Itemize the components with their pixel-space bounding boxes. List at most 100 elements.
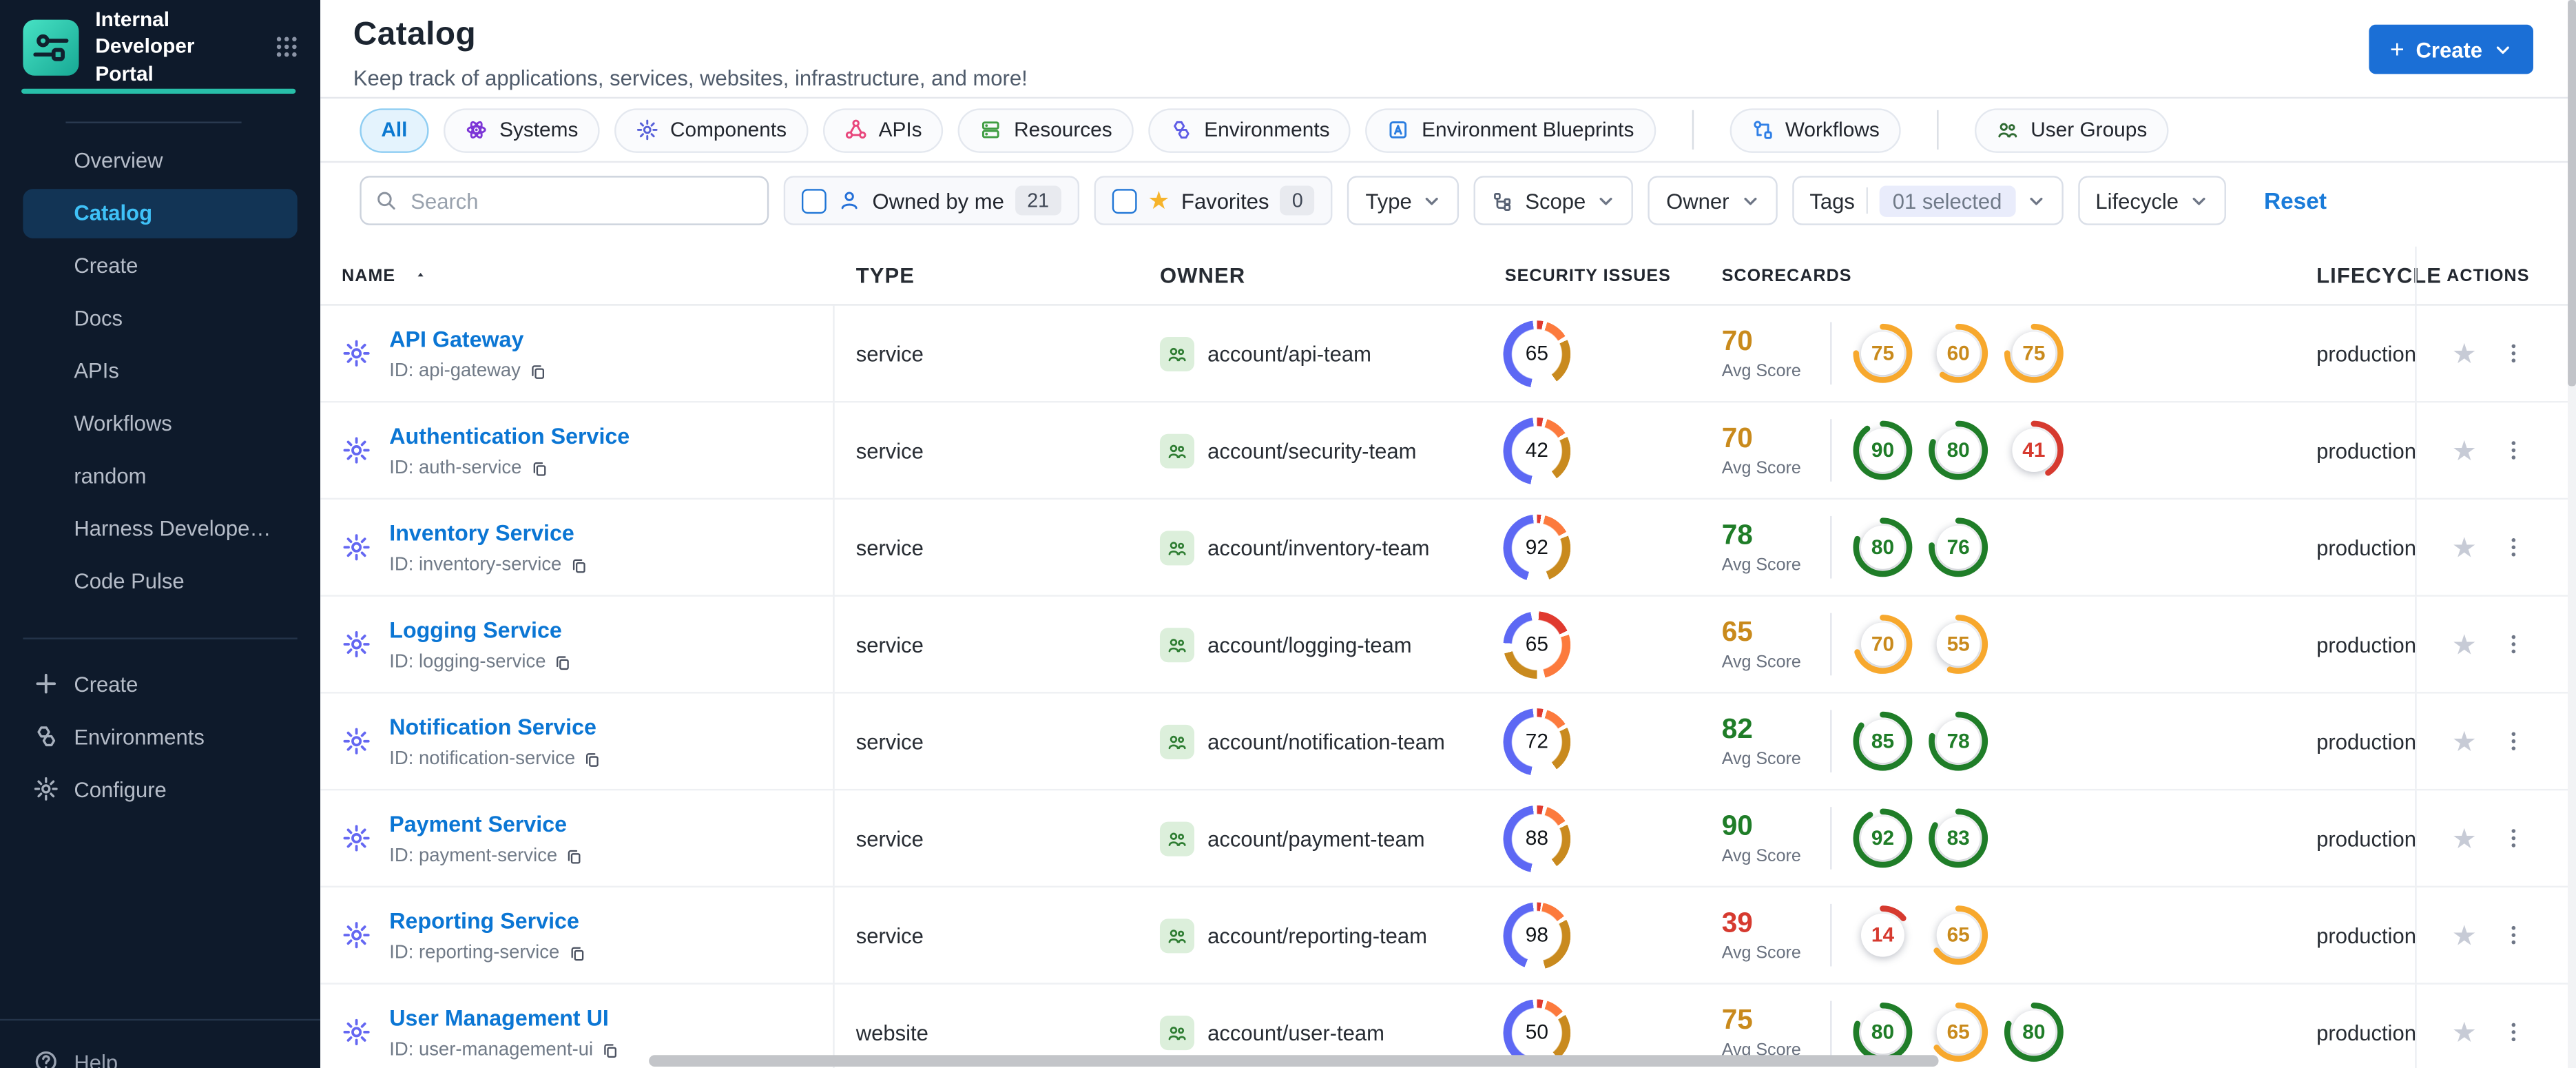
favorites-filter[interactable]: ★ Favorites 0 — [1093, 176, 1333, 225]
copy-icon[interactable] — [583, 750, 601, 768]
table-row[interactable]: Logging Service ID: logging-service serv… — [320, 596, 2576, 694]
lifecycle-dropdown[interactable]: Lifecycle — [2077, 176, 2227, 225]
scorecard-ring[interactable]: 65 — [1927, 1001, 1990, 1064]
scorecard-ring[interactable]: 55 — [1927, 613, 1990, 676]
scorecard-ring[interactable]: 60 — [1927, 322, 1990, 385]
sidebar-item-create[interactable]: Create — [23, 242, 297, 291]
security-issues-donut[interactable]: 98 — [1503, 901, 1571, 969]
horizontal-scrollbar-thumb[interactable] — [649, 1055, 1939, 1067]
scope-dropdown[interactable]: Scope — [1474, 176, 1634, 225]
copy-icon[interactable] — [554, 653, 572, 671]
sidebar-item-docs[interactable]: Docs — [23, 294, 297, 344]
owner-dropdown[interactable]: Owner — [1648, 176, 1777, 225]
entity-name-link[interactable]: Reporting Service — [389, 909, 579, 934]
table-row[interactable]: Reporting Service ID: reporting-service … — [320, 887, 2576, 985]
tab-all[interactable]: All — [360, 107, 429, 152]
vertical-scrollbar-thumb[interactable] — [2568, 0, 2576, 387]
scorecard-ring[interactable]: 70 — [1851, 613, 1914, 676]
entity-name-link[interactable]: Notification Service — [389, 715, 596, 740]
sidebar-item-workflows[interactable]: Workflows — [23, 400, 297, 449]
entity-name-link[interactable]: Payment Service — [389, 812, 567, 836]
scorecard-ring[interactable]: 92 — [1851, 807, 1914, 870]
reset-filters-link[interactable]: Reset — [2264, 187, 2327, 214]
table-row[interactable]: Notification Service ID: notification-se… — [320, 693, 2576, 791]
row-menu-kebab-icon[interactable] — [2502, 923, 2524, 946]
row-menu-kebab-icon[interactable] — [2502, 342, 2524, 364]
sidebar-item-catalog[interactable]: Catalog — [23, 189, 298, 238]
row-menu-kebab-icon[interactable] — [2502, 1020, 2524, 1043]
sidebar-item-configure[interactable]: Configure — [23, 764, 297, 814]
scorecard-ring[interactable]: 78 — [1927, 710, 1990, 772]
scorecard-ring[interactable]: 75 — [2003, 322, 2066, 385]
sidebar-item-environments[interactable]: Environments — [23, 712, 297, 761]
tab-apis[interactable]: APIs — [822, 107, 944, 152]
table-row[interactable]: Payment Service ID: payment-service serv… — [320, 790, 2576, 888]
sidebar-item-apis[interactable]: APIs — [23, 347, 297, 396]
tab-systems[interactable]: Systems — [443, 107, 600, 152]
scorecard-ring[interactable]: 80 — [2003, 1001, 2066, 1064]
entity-name-link[interactable]: Logging Service — [389, 618, 562, 643]
favorite-star-icon[interactable]: ★ — [2452, 533, 2477, 562]
row-menu-kebab-icon[interactable] — [2502, 730, 2524, 752]
table-row[interactable]: Inventory Service ID: inventory-service … — [320, 500, 2576, 597]
scorecard-ring[interactable]: 65 — [1927, 904, 1990, 967]
owned-by-me-checkbox[interactable] — [801, 188, 827, 213]
entity-name-link[interactable]: API Gateway — [389, 327, 523, 352]
table-row[interactable]: API Gateway ID: api-gateway service acco… — [320, 305, 2576, 403]
sidebar-item-harness-develope-[interactable]: Harness Develope… — [23, 504, 297, 554]
sidebar-item-random[interactable]: random — [23, 452, 297, 502]
scorecard-ring[interactable]: 80 — [1927, 419, 1990, 482]
table-row[interactable]: Authentication Service ID: auth-service … — [320, 402, 2576, 500]
security-issues-donut[interactable]: 65 — [1503, 610, 1571, 678]
favorite-star-icon[interactable]: ★ — [2452, 921, 2477, 949]
scorecard-ring[interactable]: 14 — [1851, 904, 1914, 967]
scorecard-ring[interactable]: 80 — [1851, 1001, 1914, 1064]
sidebar-item-create[interactable]: Create — [23, 659, 297, 708]
scorecard-ring[interactable]: 90 — [1851, 419, 1914, 482]
copy-icon[interactable] — [570, 556, 588, 574]
row-menu-kebab-icon[interactable] — [2502, 827, 2524, 850]
copy-icon[interactable] — [529, 362, 547, 380]
owned-by-me-filter[interactable]: Owned by me 21 — [783, 176, 1079, 225]
row-menu-kebab-icon[interactable] — [2502, 536, 2524, 559]
type-dropdown[interactable]: Type — [1347, 176, 1460, 225]
security-issues-donut[interactable]: 88 — [1503, 804, 1571, 872]
scorecard-ring[interactable]: 80 — [1851, 516, 1914, 579]
tab-components[interactable]: Components — [614, 107, 809, 152]
copy-icon[interactable] — [565, 848, 583, 865]
favorite-star-icon[interactable]: ★ — [2452, 727, 2477, 755]
tags-dropdown[interactable]: Tags 01 selected — [1791, 176, 2063, 225]
security-issues-donut[interactable]: 65 — [1503, 319, 1571, 387]
scorecard-ring[interactable]: 41 — [2003, 419, 2066, 482]
horizontal-scrollbar[interactable] — [641, 1055, 2568, 1068]
favorite-star-icon[interactable]: ★ — [2452, 824, 2477, 852]
vertical-scrollbar[interactable] — [2568, 0, 2576, 1068]
entity-name-link[interactable]: Authentication Service — [389, 424, 630, 449]
sidebar-item-code-pulse[interactable]: Code Pulse — [23, 557, 297, 607]
favorite-star-icon[interactable]: ★ — [2452, 1018, 2477, 1047]
create-button[interactable]: + Create — [2368, 24, 2533, 74]
favorite-star-icon[interactable]: ★ — [2452, 630, 2477, 659]
tab-environment-blueprints[interactable]: Environment Blueprints — [1366, 107, 1656, 152]
copy-icon[interactable] — [568, 944, 585, 962]
entity-name-link[interactable]: Inventory Service — [389, 521, 574, 546]
favorite-star-icon[interactable]: ★ — [2452, 436, 2477, 464]
tab-resources[interactable]: Resources — [958, 107, 1134, 152]
copy-icon[interactable] — [530, 460, 548, 477]
scorecard-ring[interactable]: 75 — [1851, 322, 1914, 385]
column-header-name[interactable]: NAME — [320, 247, 835, 304]
row-menu-kebab-icon[interactable] — [2502, 439, 2524, 462]
scorecard-ring[interactable]: 83 — [1927, 807, 1990, 870]
tab-workflows[interactable]: Workflows — [1729, 107, 1901, 152]
scorecard-ring[interactable]: 76 — [1927, 516, 1990, 579]
security-issues-donut[interactable]: 72 — [1503, 707, 1571, 775]
row-menu-kebab-icon[interactable] — [2502, 633, 2524, 655]
favorite-star-icon[interactable]: ★ — [2452, 340, 2477, 368]
favorites-checkbox[interactable] — [1111, 188, 1136, 213]
sidebar-item-help[interactable]: Help — [33, 1049, 118, 1068]
security-issues-donut[interactable]: 42 — [1503, 416, 1571, 484]
tab-user-groups[interactable]: User Groups — [1975, 107, 2169, 152]
security-issues-donut[interactable]: 92 — [1503, 513, 1571, 582]
scorecard-ring[interactable]: 85 — [1851, 710, 1914, 772]
copy-icon[interactable] — [601, 1041, 619, 1059]
